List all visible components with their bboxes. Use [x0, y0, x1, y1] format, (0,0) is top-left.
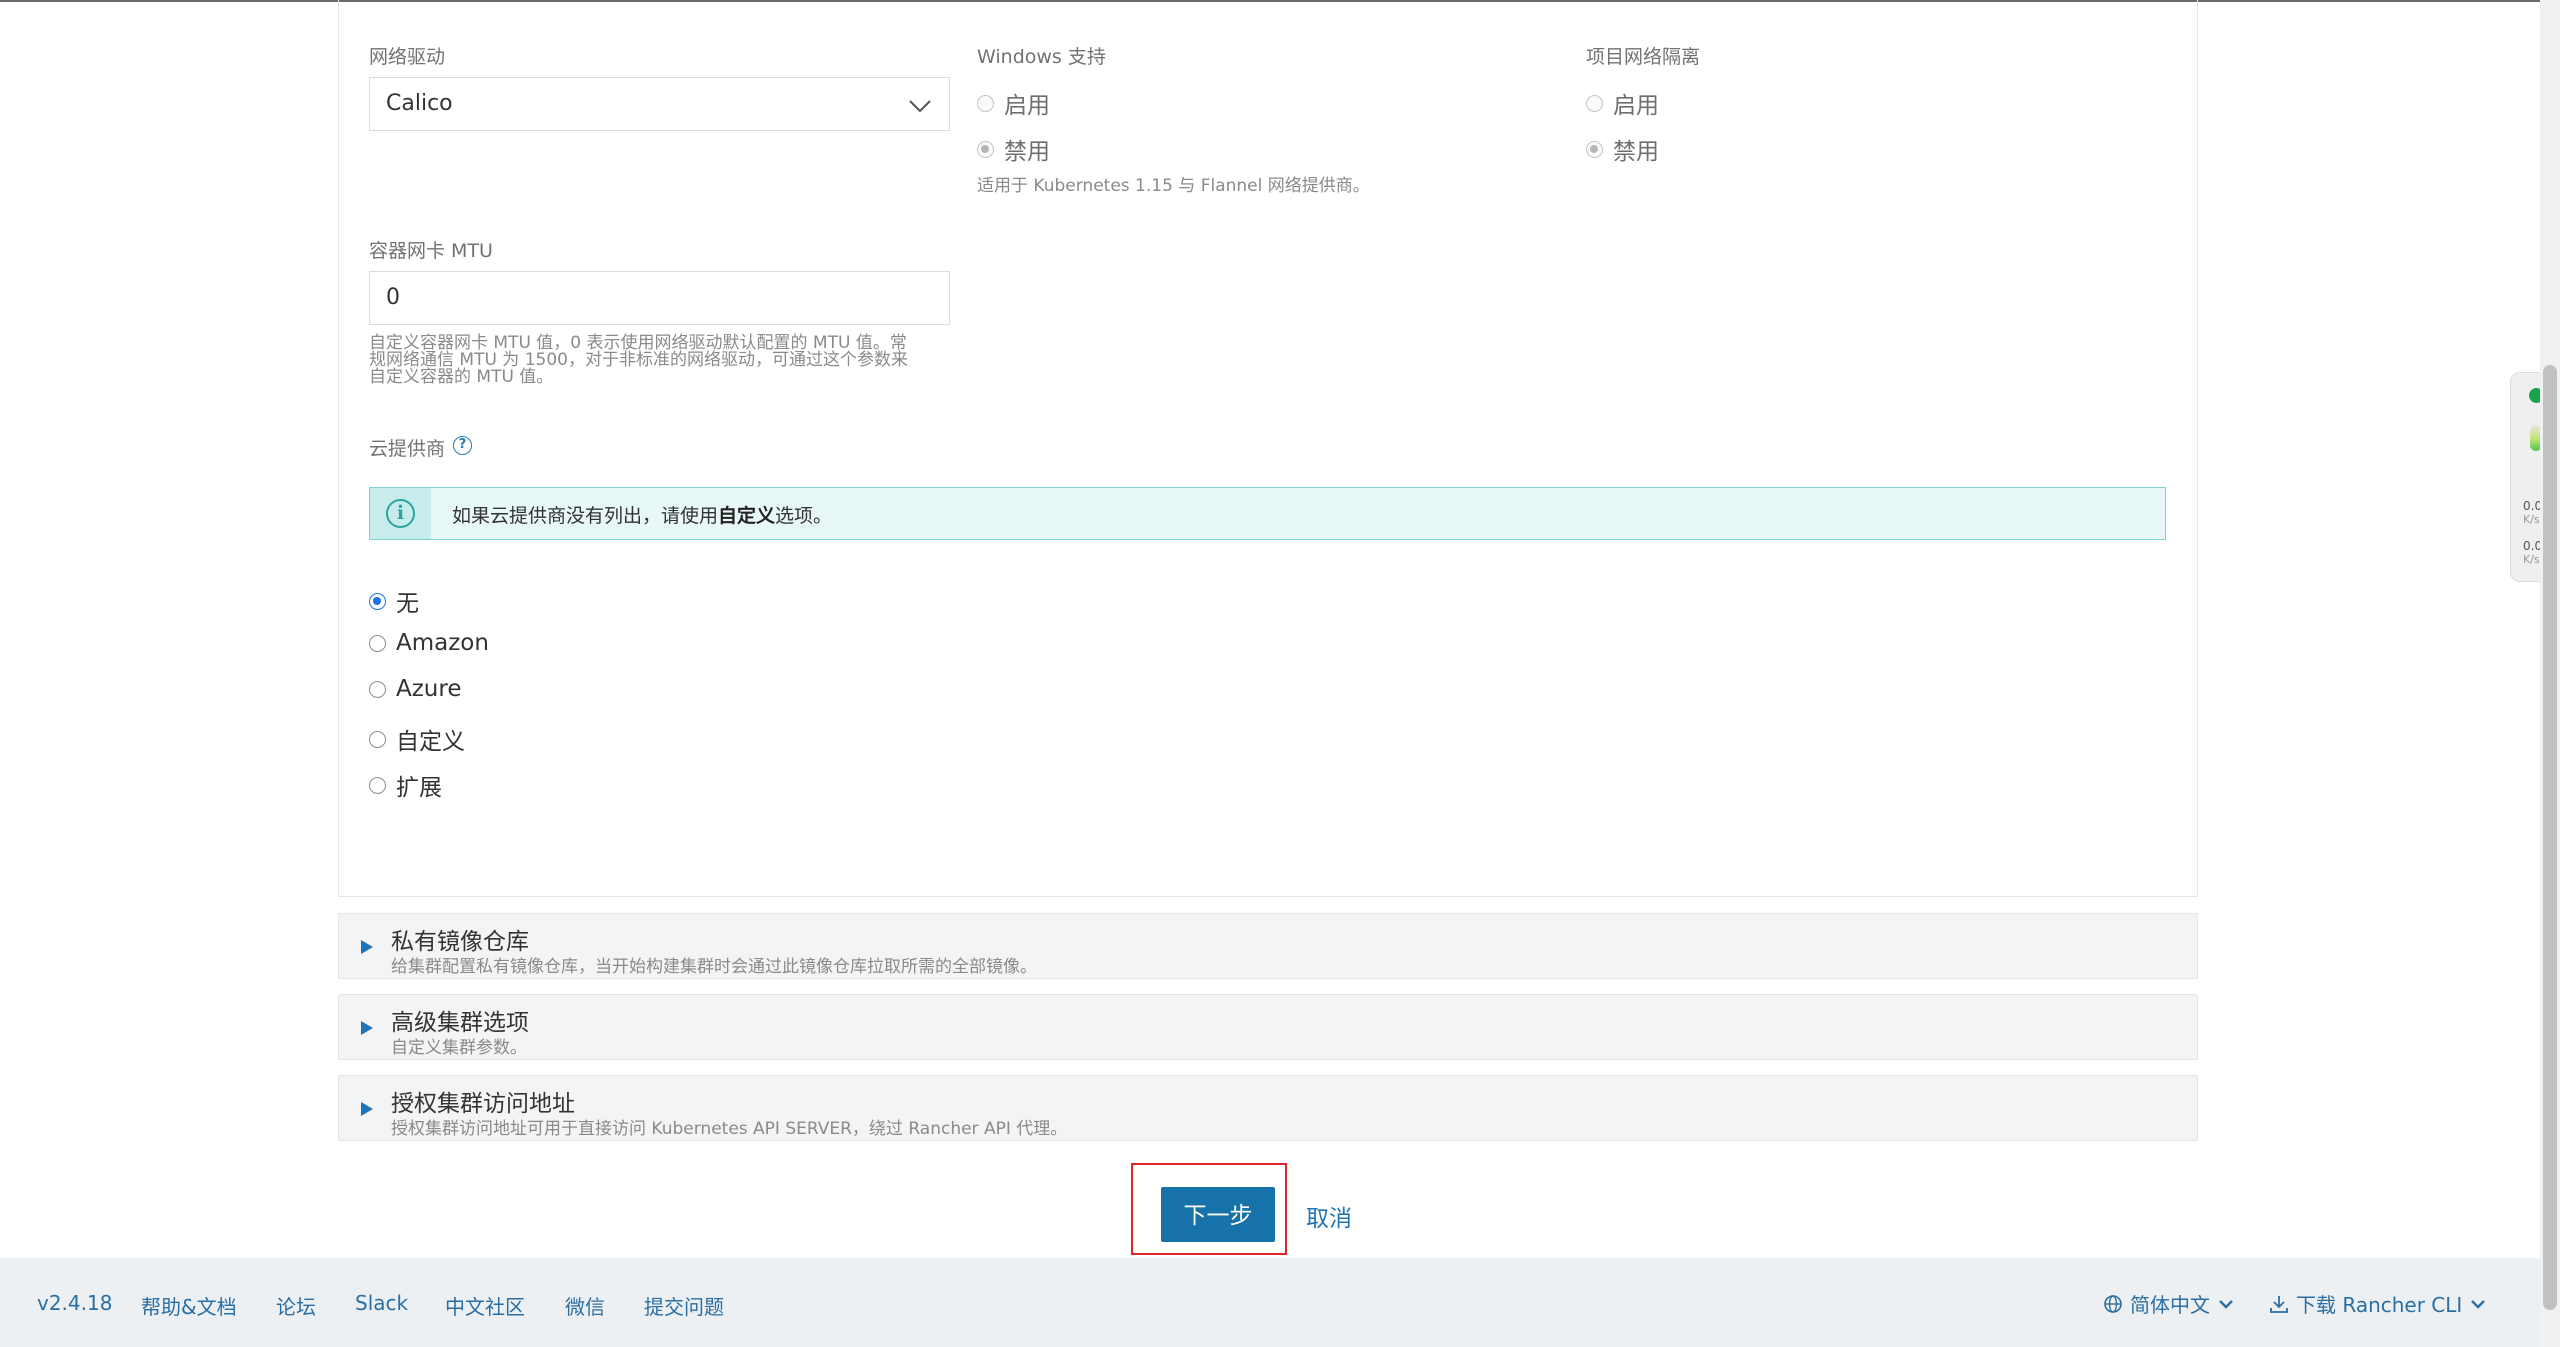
radio-circle	[1586, 94, 1603, 112]
download-unit: K/s	[2523, 553, 2540, 566]
scrollbar-thumb[interactable]	[2543, 365, 2557, 1310]
footer-link-community[interactable]: 中文社区	[445, 1291, 525, 1320]
download-label: 下载 Rancher CLI	[2296, 1293, 2463, 1317]
cloud-option-label: Amazon	[396, 630, 489, 656]
network-driver-label: 网络驱动	[369, 46, 446, 68]
radio-circle	[977, 94, 994, 112]
info-prefix: 如果云提供商没有列出，请使用	[452, 505, 719, 527]
language-selector[interactable]: 简体中文	[2103, 1289, 2235, 1318]
authorized-endpoint-section[interactable]: 授权集群访问地址 授权集群访问地址可用于直接访问 Kubernetes API …	[338, 1075, 2198, 1141]
windows-disable-radio[interactable]: 禁用	[977, 132, 1050, 166]
caret-right-icon	[361, 1021, 373, 1035]
windows-disable-label: 禁用	[1004, 139, 1050, 165]
download-icon	[2270, 1295, 2288, 1313]
cloud-option-azure[interactable]: Azure	[369, 676, 462, 702]
radio-circle	[977, 140, 994, 158]
isolation-enable-label: 启用	[1613, 93, 1659, 119]
mtu-input[interactable]: 0	[369, 271, 950, 325]
footer: v2.4.18 帮助&文档 论坛 Slack 中文社区 微信 提交问题 简体中文…	[0, 1258, 2540, 1347]
isolation-disable-radio[interactable]: 禁用	[1586, 132, 1659, 166]
private-registry-section[interactable]: 私有镜像仓库 给集群配置私有镜像仓库，当开始构建集群时会通过此镜像仓库拉取所需的…	[338, 913, 2198, 979]
caret-right-icon	[361, 940, 373, 954]
page: 网络驱动 Calico Windows 支持 启用 禁用 适用于 Kuberne…	[0, 0, 2560, 1347]
isolation-enable-radio[interactable]: 启用	[1586, 86, 1659, 120]
chevron-down-icon	[2471, 1299, 2486, 1309]
info-circle-icon: i	[386, 499, 415, 528]
radio-circle	[369, 776, 386, 794]
windows-enable-label: 启用	[1004, 93, 1050, 119]
radio-circle	[369, 592, 386, 610]
chevron-down-icon	[909, 100, 931, 113]
footer-link-forum[interactable]: 论坛	[276, 1291, 316, 1320]
upload-unit: K/s	[2523, 513, 2540, 526]
next-button[interactable]: 下一步	[1161, 1187, 1275, 1242]
section-description: 自定义集群参数。	[391, 1038, 527, 1058]
windows-help-text: 适用于 Kubernetes 1.15 与 Flannel 网络提供商。	[977, 176, 1370, 196]
section-description: 授权集群访问地址可用于直接访问 Kubernetes API SERVER，绕过…	[391, 1119, 1068, 1139]
cloud-option-label: 自定义	[396, 729, 465, 755]
info-icon-box: i	[370, 488, 431, 539]
advanced-options-section[interactable]: 高级集群选项 自定义集群参数。	[338, 994, 2198, 1060]
footer-link-issues[interactable]: 提交问题	[644, 1291, 724, 1320]
cloud-option-label: Azure	[396, 676, 462, 702]
chevron-down-icon	[2219, 1299, 2233, 1309]
network-isolation-label: 项目网络隔离	[1586, 46, 1701, 68]
cloud-option-amazon[interactable]: Amazon	[369, 630, 489, 656]
section-description: 给集群配置私有镜像仓库，当开始构建集群时会通过此镜像仓库拉取所需的全部镜像。	[391, 957, 1037, 977]
windows-enable-radio[interactable]: 启用	[977, 86, 1050, 120]
mtu-help-line: 自定义容器的 MTU 值。	[369, 367, 554, 387]
radio-circle	[369, 634, 386, 652]
windows-support-label: Windows 支持	[977, 46, 1106, 68]
isolation-disable-label: 禁用	[1613, 139, 1659, 165]
cloud-option-extension[interactable]: 扩展	[369, 768, 442, 802]
info-suffix: 选项。	[775, 505, 833, 527]
footer-link-slack[interactable]: Slack	[355, 1291, 408, 1315]
cancel-button[interactable]: 取消	[1306, 1199, 1352, 1233]
mtu-label: 容器网卡 MTU	[369, 240, 493, 262]
caret-right-icon	[361, 1102, 373, 1116]
info-message: 如果云提供商没有列出，请使用自定义选项。	[452, 501, 832, 528]
cloud-option-label: 扩展	[396, 775, 442, 801]
cloud-option-custom[interactable]: 自定义	[369, 722, 465, 756]
cloud-option-label: 无	[396, 591, 419, 617]
globe-icon	[2104, 1294, 2122, 1313]
section-title: 授权集群访问地址	[391, 1091, 575, 1117]
footer-link-help[interactable]: 帮助&文档	[141, 1291, 237, 1320]
download-cli-menu[interactable]: 下载 Rancher CLI	[2269, 1289, 2487, 1318]
question-circle-icon[interactable]: ?	[453, 436, 472, 455]
network-config-card	[338, 0, 2198, 897]
info-bold: 自定义	[718, 505, 776, 527]
cloud-option-none[interactable]: 无	[369, 584, 419, 618]
footer-link-wechat[interactable]: 微信	[565, 1291, 605, 1320]
language-label: 简体中文	[2130, 1293, 2210, 1317]
radio-circle	[369, 730, 386, 748]
radio-circle	[369, 680, 386, 698]
cloud-provider-label: 云提供商	[369, 438, 446, 460]
mtu-value: 0	[386, 285, 400, 310]
cloud-provider-info-banner: i 如果云提供商没有列出，请使用自定义选项。	[369, 487, 2166, 540]
network-driver-value: Calico	[386, 91, 453, 116]
section-title: 私有镜像仓库	[391, 929, 529, 955]
radio-circle	[1586, 140, 1603, 158]
version-link[interactable]: v2.4.18	[37, 1291, 112, 1315]
section-title: 高级集群选项	[391, 1010, 529, 1036]
network-driver-select[interactable]: Calico	[369, 77, 950, 131]
